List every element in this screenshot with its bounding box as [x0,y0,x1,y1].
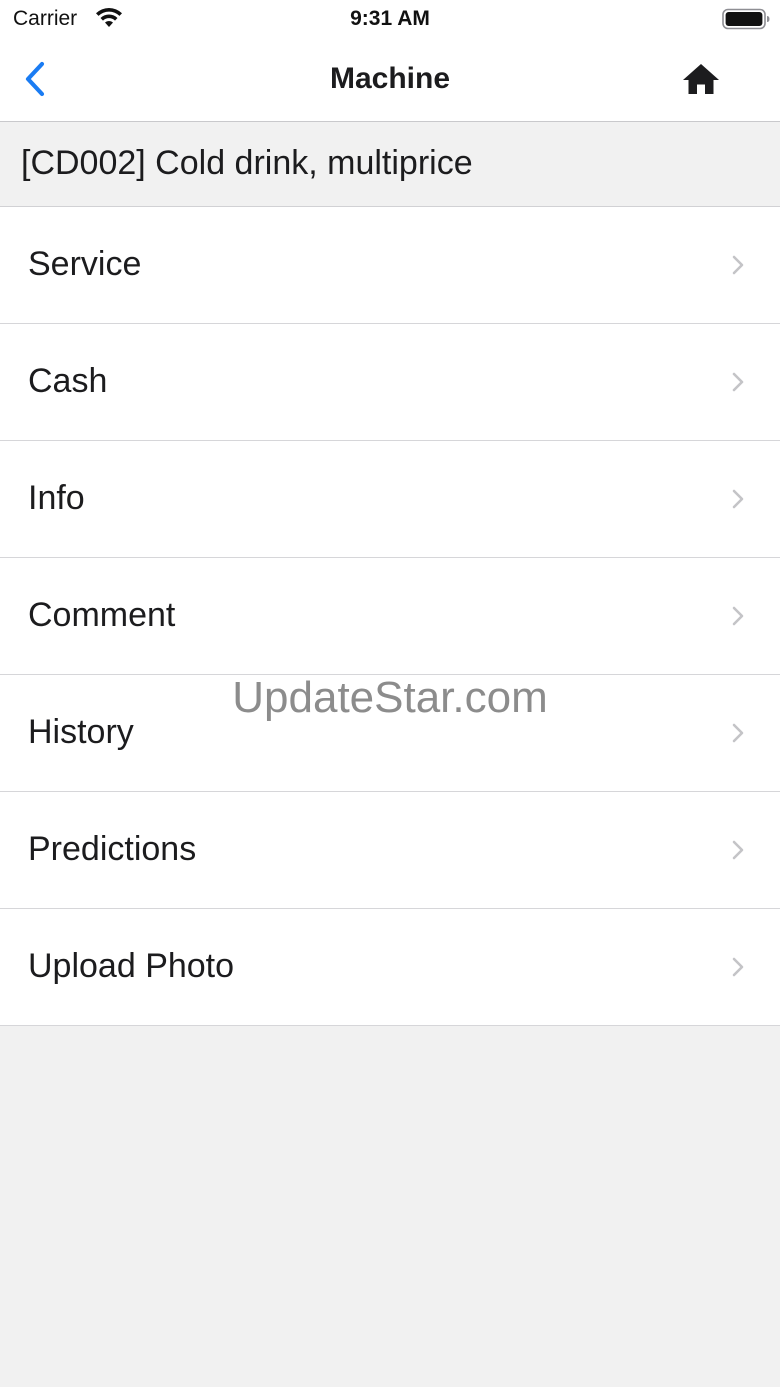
chevron-right-icon [732,606,744,626]
menu-item-label: Predictions [28,830,197,868]
chevron-right-icon [732,372,744,392]
status-bar: Carrier 9:31 AM [0,0,780,40]
machine-header: [CD002] Cold drink, multiprice [0,122,780,207]
chevron-right-icon [732,255,744,275]
menu-item-upload-photo[interactable]: Upload Photo [0,909,780,1026]
menu-item-predictions[interactable]: Predictions [0,792,780,909]
page-title: Machine [329,62,451,95]
chevron-right-icon [732,723,744,743]
menu-item-label: Service [28,245,142,283]
menu-item-label: Upload Photo [28,947,235,985]
menu-item-label: Comment [28,596,176,634]
menu-item-cash[interactable]: Cash [0,324,780,441]
navigation-bar: Machine [0,40,780,122]
machine-title: [CD002] Cold drink, multiprice [21,144,473,182]
menu-item-history[interactable]: History [0,675,780,792]
menu-item-comment[interactable]: Comment [0,558,780,675]
menu-item-label: Info [28,479,85,517]
chevron-right-icon [732,957,744,977]
machine-menu: Service Cash Info Comment History Predic… [0,207,780,1026]
menu-item-info[interactable]: Info [0,441,780,558]
battery-icon [722,8,770,30]
status-time: 9:31 AM [350,7,430,30]
chevron-right-icon [732,489,744,509]
home-button[interactable] [680,60,722,100]
chevron-right-icon [732,840,744,860]
home-icon [683,64,719,94]
menu-item-service[interactable]: Service [0,207,780,324]
menu-item-label: Cash [28,362,108,400]
menu-item-label: History [28,713,134,751]
